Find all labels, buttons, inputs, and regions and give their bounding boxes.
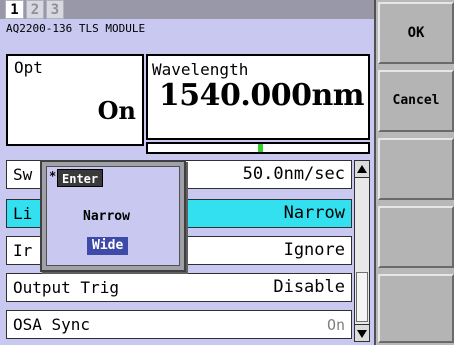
tab-1[interactable]: 1 — [5, 0, 24, 19]
wavelength-label: Wavelength — [152, 60, 249, 79]
popup-body: * Enter Narrow Wide — [46, 166, 180, 266]
arrow-up-icon — [357, 165, 367, 173]
setting-value: Narrow — [283, 203, 345, 223]
module-title: AQ2200-136 TLS MODULE — [6, 22, 146, 35]
scroll-up-button[interactable] — [354, 160, 370, 178]
setting-label: Li — [13, 204, 33, 223]
tab-2[interactable]: 2 — [26, 0, 44, 19]
optical-output-box[interactable]: Opt On — [6, 54, 144, 146]
soft-key-panel: OK Cancel — [374, 0, 454, 345]
tab-bar: 1 2 3 — [0, 0, 374, 19]
arrow-down-icon — [357, 330, 367, 338]
tab-3[interactable]: 3 — [46, 0, 64, 19]
wavelength-indicator-marker — [258, 144, 263, 152]
cancel-button[interactable]: Cancel — [378, 70, 454, 132]
setting-value: Disable — [273, 277, 345, 297]
ok-button[interactable]: OK — [378, 2, 454, 64]
wavelength-box[interactable]: Wavelength 1540.000nm — [146, 54, 370, 140]
setting-row-output-trig[interactable]: Output Trig Disable — [6, 273, 352, 302]
setting-label: Output Trig — [13, 278, 119, 297]
scrollbar-thumb[interactable] — [356, 272, 368, 322]
linewidth-popup: * Enter Narrow Wide — [40, 160, 186, 272]
setting-label: Ir — [13, 241, 33, 260]
wavelength-indicator-bar — [146, 142, 370, 154]
opt-label: Opt — [14, 58, 43, 77]
setting-row-osa-sync[interactable]: OSA Sync On — [6, 310, 352, 339]
setting-label: Sw — [13, 165, 33, 184]
option-wide[interactable]: Wide — [87, 237, 129, 255]
setting-value: Ignore — [283, 240, 345, 260]
setting-value: 50.0nm/sec — [242, 164, 345, 184]
main-panel: 1 2 3 AQ2200-136 TLS MODULE Opt On Wavel… — [0, 0, 374, 345]
opt-value: On — [97, 96, 136, 125]
soft-key-3[interactable] — [378, 138, 454, 200]
soft-key-5[interactable] — [378, 274, 454, 343]
soft-key-4[interactable] — [378, 206, 454, 268]
popup-marker: * — [49, 169, 57, 183]
setting-value: On — [326, 316, 345, 334]
wavelength-value: 1540.000nm — [158, 78, 365, 113]
setting-label: OSA Sync — [13, 315, 91, 334]
popup-enter-label: Enter — [57, 169, 104, 187]
scroll-down-button[interactable] — [354, 324, 370, 342]
option-narrow[interactable]: Narrow — [83, 209, 130, 224]
